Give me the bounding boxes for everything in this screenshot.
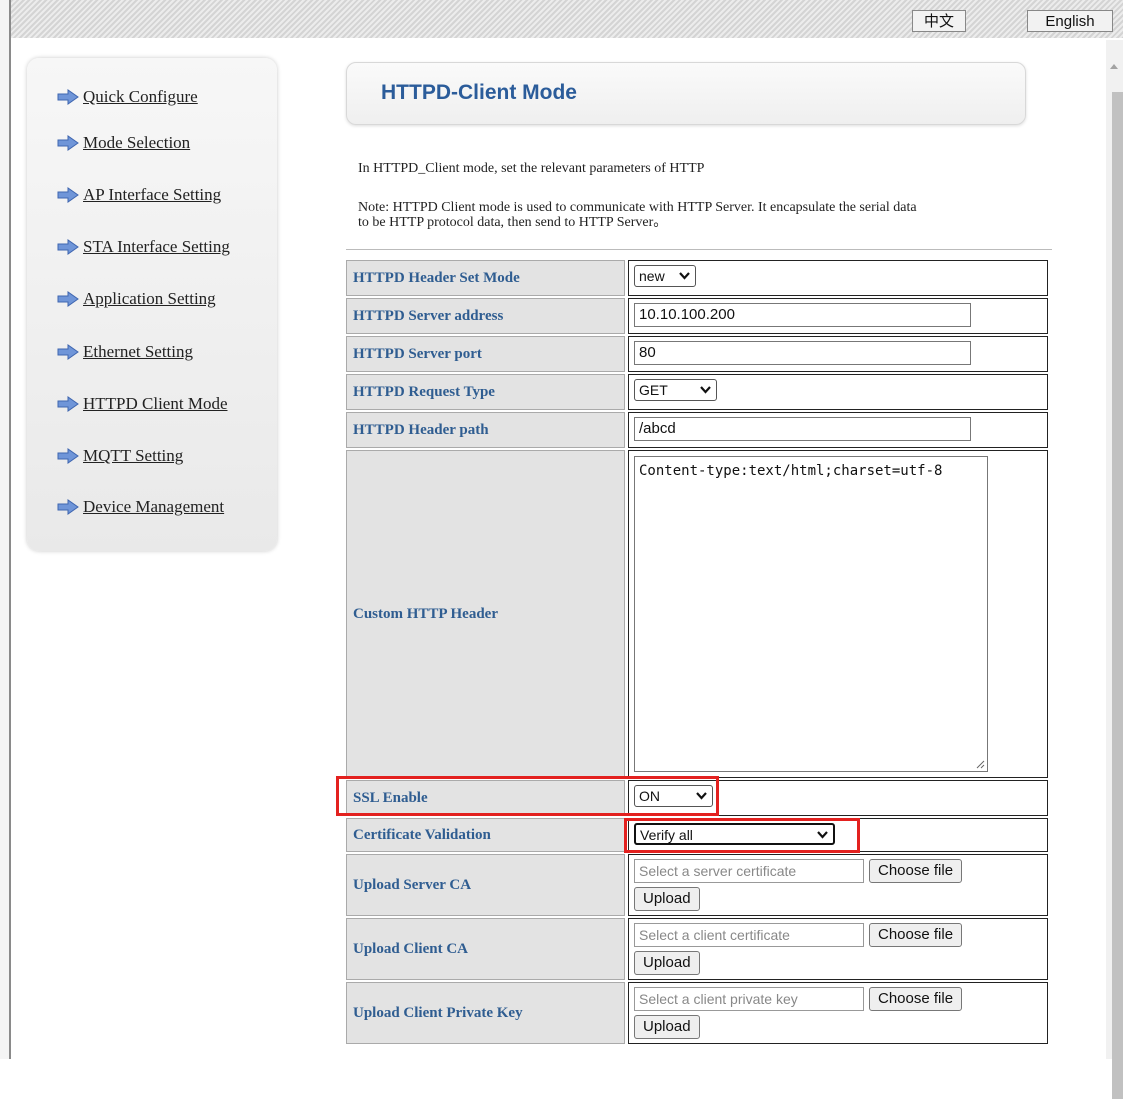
- sidebar-item-quick-configure[interactable]: Quick Configure: [57, 86, 198, 108]
- server-ca-choose-file-button[interactable]: Choose file: [869, 859, 963, 883]
- header-path-input[interactable]: /abcd: [634, 417, 971, 441]
- arrow-right-icon: [57, 291, 79, 307]
- intro-text: In HTTPD_Client mode, set the relevant p…: [358, 161, 705, 176]
- server-ca-file-input[interactable]: Select a server certificate: [634, 859, 864, 883]
- header-set-mode-select[interactable]: new: [634, 265, 696, 287]
- server-port-input[interactable]: 80: [634, 341, 971, 365]
- client-ca-upload-button[interactable]: Upload: [634, 951, 700, 975]
- field-label: HTTPD Header Set Mode: [346, 260, 625, 296]
- row-custom-header: Custom HTTP Header Content-type:text/htm…: [346, 450, 1048, 778]
- select-value: GET: [639, 382, 668, 398]
- sidebar-item-label: Quick Configure: [83, 87, 198, 106]
- divider: [346, 249, 1052, 250]
- vertical-scrollbar[interactable]: [1106, 40, 1123, 1099]
- scroll-up-arrow-icon[interactable]: [1110, 64, 1118, 69]
- highlight-cert-validation: [624, 818, 860, 853]
- sidebar-item-label: Device Management: [83, 497, 225, 516]
- client-key-file-input[interactable]: Select a client private key: [634, 987, 864, 1011]
- note-text-line1: Note: HTTPD Client mode is used to commu…: [358, 200, 917, 215]
- field-label: Custom HTTP Header: [346, 450, 625, 778]
- frame-left-border: [0, 0, 11, 1059]
- sidebar-item-ethernet-setting[interactable]: Ethernet Setting: [57, 341, 193, 363]
- custom-header-textarea[interactable]: Content-type:text/html;charset=utf-8: [634, 456, 988, 772]
- client-key-upload-button[interactable]: Upload: [634, 1015, 700, 1039]
- field-label: HTTPD Server address: [346, 298, 625, 334]
- sidebar-item-label: Application Setting: [83, 289, 216, 308]
- arrow-right-icon: [57, 187, 79, 203]
- chevron-down-icon: [700, 386, 711, 394]
- arrow-right-icon: [57, 135, 79, 151]
- field-value-cell: Select a client private key Choose file …: [628, 982, 1048, 1044]
- select-value: new: [639, 268, 665, 284]
- resize-grip-icon[interactable]: [975, 759, 985, 769]
- page-title-box: HTTPD-Client Mode: [346, 62, 1026, 125]
- field-value-cell: new: [628, 260, 1048, 296]
- field-value-cell: Content-type:text/html;charset=utf-8: [628, 450, 1048, 778]
- row-server-port: HTTPD Server port 80: [346, 336, 1048, 372]
- field-value-cell: Select a server certificate Choose file …: [628, 854, 1048, 916]
- sidebar-menu: Quick Configure Mode Selection AP Interf…: [27, 58, 277, 551]
- scrollbar-thumb[interactable]: [1112, 92, 1123, 1099]
- field-label: HTTPD Request Type: [346, 374, 625, 410]
- arrow-right-icon: [57, 396, 79, 412]
- field-value-cell: Select a client certificate Choose file …: [628, 918, 1048, 980]
- sidebar-item-label: Ethernet Setting: [83, 342, 194, 361]
- arrow-right-icon: [57, 239, 79, 255]
- sidebar-item-label: HTTPD Client Mode: [83, 394, 228, 413]
- chinese-language-button[interactable]: 中文: [912, 10, 966, 32]
- client-ca-file-input[interactable]: Select a client certificate: [634, 923, 864, 947]
- arrow-right-icon: [57, 499, 79, 515]
- row-server-address: HTTPD Server address 10.10.100.200: [346, 298, 1048, 334]
- page-title: HTTPD-Client Mode: [381, 81, 577, 104]
- row-upload-server-ca: Upload Server CA Select a server certifi…: [346, 854, 1048, 916]
- field-label: Upload Client Private Key: [346, 982, 625, 1044]
- sidebar-item-mqtt-setting[interactable]: MQTT Setting: [57, 445, 183, 467]
- server-ca-upload-button[interactable]: Upload: [634, 887, 700, 911]
- client-key-choose-file-button[interactable]: Choose file: [869, 987, 963, 1011]
- field-value-cell: 10.10.100.200: [628, 298, 1048, 334]
- sidebar-item-label: MQTT Setting: [83, 446, 184, 465]
- field-value-cell: 80: [628, 336, 1048, 372]
- row-request-type: HTTPD Request Type GET: [346, 374, 1048, 410]
- english-language-button[interactable]: English: [1027, 10, 1113, 32]
- note-text-line2: to be HTTP protocol data, then send to H…: [358, 215, 668, 230]
- sidebar-item-label: AP Interface Setting: [83, 185, 222, 204]
- row-header-path: HTTPD Header path /abcd: [346, 412, 1048, 448]
- field-label: Certificate Validation: [346, 818, 625, 852]
- sidebar-item-ap-interface[interactable]: AP Interface Setting: [57, 184, 221, 206]
- sidebar-item-mode-selection[interactable]: Mode Selection: [57, 132, 190, 154]
- field-label: HTTPD Server port: [346, 336, 625, 372]
- row-upload-client-ca: Upload Client CA Select a client certifi…: [346, 918, 1048, 980]
- highlight-ssl-enable: [336, 776, 719, 816]
- arrow-right-icon: [57, 89, 79, 105]
- sidebar-item-httpd-client-mode[interactable]: HTTPD Client Mode: [57, 393, 228, 415]
- language-bar: 中文 English: [11, 0, 1123, 38]
- sidebar-item-application-setting[interactable]: Application Setting: [57, 288, 216, 310]
- request-type-select[interactable]: GET: [634, 379, 717, 401]
- textarea-content: Content-type:text/html;charset=utf-8: [639, 463, 943, 479]
- row-upload-client-key: Upload Client Private Key Select a clien…: [346, 982, 1048, 1044]
- chevron-down-icon: [679, 272, 690, 280]
- row-header-set-mode: HTTPD Header Set Mode new: [346, 260, 1048, 296]
- arrow-right-icon: [57, 344, 79, 360]
- field-label: HTTPD Header path: [346, 412, 625, 448]
- client-ca-choose-file-button[interactable]: Choose file: [869, 923, 963, 947]
- field-label: Upload Client CA: [346, 918, 625, 980]
- sidebar-item-sta-interface[interactable]: STA Interface Setting: [57, 236, 230, 258]
- sidebar-item-label: Mode Selection: [83, 133, 191, 152]
- field-value-cell: /abcd: [628, 412, 1048, 448]
- sidebar-item-label: STA Interface Setting: [83, 237, 230, 256]
- server-address-input[interactable]: 10.10.100.200: [634, 303, 971, 327]
- arrow-right-icon: [57, 448, 79, 464]
- field-label: Upload Server CA: [346, 854, 625, 916]
- sidebar-item-device-management[interactable]: Device Management: [57, 496, 224, 518]
- field-value-cell: GET: [628, 374, 1048, 410]
